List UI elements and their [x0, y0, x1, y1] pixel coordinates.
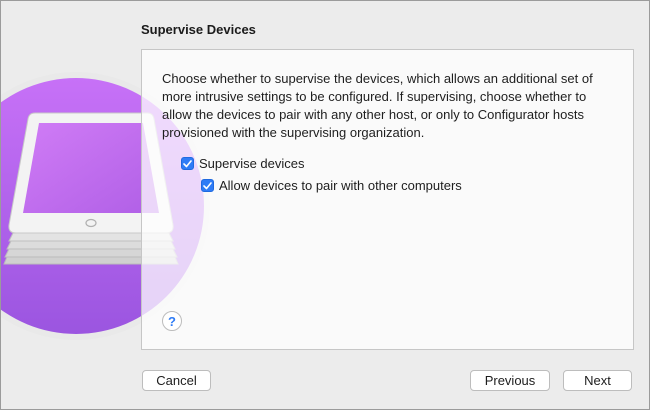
previous-button[interactable]: Previous	[470, 370, 550, 391]
supervise-devices-label: Supervise devices	[199, 156, 305, 171]
cancel-button[interactable]: Cancel	[142, 370, 211, 391]
allow-pairing-option[interactable]: Allow devices to pair with other compute…	[201, 178, 462, 193]
next-button[interactable]: Next	[563, 370, 632, 391]
supervise-devices-checkbox[interactable]	[181, 157, 194, 170]
allow-pairing-checkbox[interactable]	[201, 179, 214, 192]
help-glyph: ?	[168, 313, 176, 329]
checkmark-icon	[183, 159, 192, 167]
content-panel: Choose whether to supervise the devices,…	[141, 49, 634, 350]
allow-pairing-label: Allow devices to pair with other compute…	[219, 178, 462, 193]
description-text: Choose whether to supervise the devices,…	[162, 71, 593, 140]
window: Supervise Devices Choose whether to supe…	[0, 0, 650, 410]
checkmark-icon	[203, 181, 212, 189]
help-icon[interactable]: ?	[162, 311, 182, 331]
dialog-title: Supervise Devices	[141, 22, 256, 37]
supervise-devices-option[interactable]: Supervise devices	[181, 156, 305, 171]
